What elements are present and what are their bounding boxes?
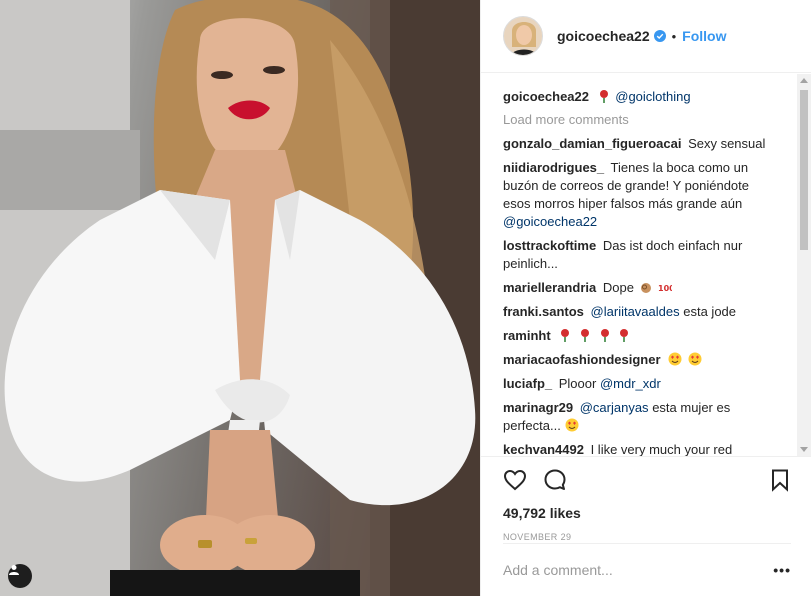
user-tag-button[interactable] [8, 564, 32, 588]
comment-text: I like very much your red [590, 442, 733, 456]
comment-author[interactable]: niidiarodrigues_ [503, 160, 604, 175]
comment-mention[interactable]: @mdr_xdr [600, 376, 661, 391]
comment-text: esta jode [683, 304, 737, 319]
caption-author[interactable]: goicoechea22 [503, 89, 589, 104]
ok-hand-icon [640, 283, 651, 293]
comment-text: Sexy sensual [688, 136, 766, 151]
post-photo[interactable] [0, 0, 480, 596]
header-username[interactable]: goicoechea22 [557, 28, 650, 44]
comment-item: luciafp_ Plooor @mdr_xdr [503, 375, 792, 393]
heart-eyes-icon [565, 418, 579, 432]
post-header: goicoechea22 • Follow [481, 0, 811, 73]
likes-count[interactable]: 49,792 likes [503, 505, 792, 521]
post-date[interactable]: November 29 [503, 532, 792, 542]
post-actions: 49,792 likes November 29 [481, 456, 811, 542]
comment-item: losttrackoftime Das ist doch einfach nur… [503, 237, 792, 273]
100-icon: 100 [658, 284, 672, 293]
comment-item: niidiarodrigues_ Tienes la boca como un … [503, 159, 792, 231]
rose-icon [620, 329, 629, 342]
comment-bubble-icon[interactable] [543, 468, 567, 492]
comment-author[interactable]: kechvan4492 [503, 442, 584, 456]
caption: goicoechea22 @goiclothing [503, 88, 792, 106]
comment-item: raminht [503, 327, 792, 345]
comments-scrollbar[interactable] [797, 74, 811, 456]
rose-icon [580, 329, 589, 342]
comment-mention[interactable]: @goicoechea22 [503, 214, 597, 229]
comment-author[interactable]: franki.santos [503, 304, 584, 319]
comment-author[interactable]: raminht [503, 328, 551, 343]
comments-list: goicoechea22 @goiclothing Load more comm… [481, 74, 811, 456]
follow-button[interactable]: Follow [682, 28, 726, 44]
scroll-up-arrow-icon[interactable] [800, 78, 808, 83]
bookmark-icon[interactable] [768, 468, 792, 492]
comment-text: Dope [602, 280, 634, 295]
comment-author[interactable]: mariacaofashiondesigner [503, 352, 661, 367]
comment-mention[interactable]: @carjanyas [580, 400, 649, 415]
more-options-button[interactable]: ••• [773, 562, 791, 578]
verified-badge-icon [653, 30, 666, 42]
heart-eyes-icon [668, 352, 682, 366]
scroll-thumb[interactable] [800, 90, 808, 250]
comment-author[interactable]: gonzalo_damian_figueroacai [503, 136, 681, 151]
separator-dot: • [671, 28, 677, 44]
comment-author[interactable]: losttrackoftime [503, 238, 596, 253]
comment-item: marinagr29 @carjanyas esta mujer es perf… [503, 399, 792, 435]
add-comment-input[interactable] [503, 562, 774, 578]
scroll-down-arrow-icon[interactable] [800, 447, 808, 452]
heart-eyes-icon [688, 352, 702, 366]
caption-mention[interactable]: @goiclothing [615, 89, 690, 104]
comment-author[interactable]: luciafp_ [503, 376, 552, 391]
comment-item: gonzalo_damian_figueroacai Sexy sensual [503, 135, 792, 153]
comment-author[interactable]: marinagr29 [503, 400, 573, 415]
user-tag-icon [9, 565, 19, 575]
rose-icon [561, 329, 570, 342]
comment-mention[interactable]: @lariitavaaldes [591, 304, 680, 319]
comment-item: franki.santos @lariitavaaldes esta jode [503, 303, 792, 321]
rose-icon [600, 329, 609, 342]
svg-text:100: 100 [658, 284, 672, 293]
load-more-comments[interactable]: Load more comments [503, 112, 792, 127]
comment-text: Plooor [558, 376, 597, 391]
rose-icon [599, 90, 608, 103]
comment-item: mariellerandria Dope 100 [503, 279, 792, 297]
add-comment-bar: ••• [503, 543, 791, 596]
avatar[interactable] [503, 16, 543, 56]
comment-item: kechvan4492 I like very much your red [503, 441, 792, 456]
photo-illustration [0, 0, 480, 596]
comment-item: mariacaofashiondesigner [503, 351, 792, 369]
heart-icon[interactable] [503, 468, 527, 492]
comment-author[interactable]: mariellerandria [503, 280, 596, 295]
post-details-panel: goicoechea22 • Follow goicoechea22 @goic… [480, 0, 811, 596]
avatar-image [504, 17, 542, 55]
